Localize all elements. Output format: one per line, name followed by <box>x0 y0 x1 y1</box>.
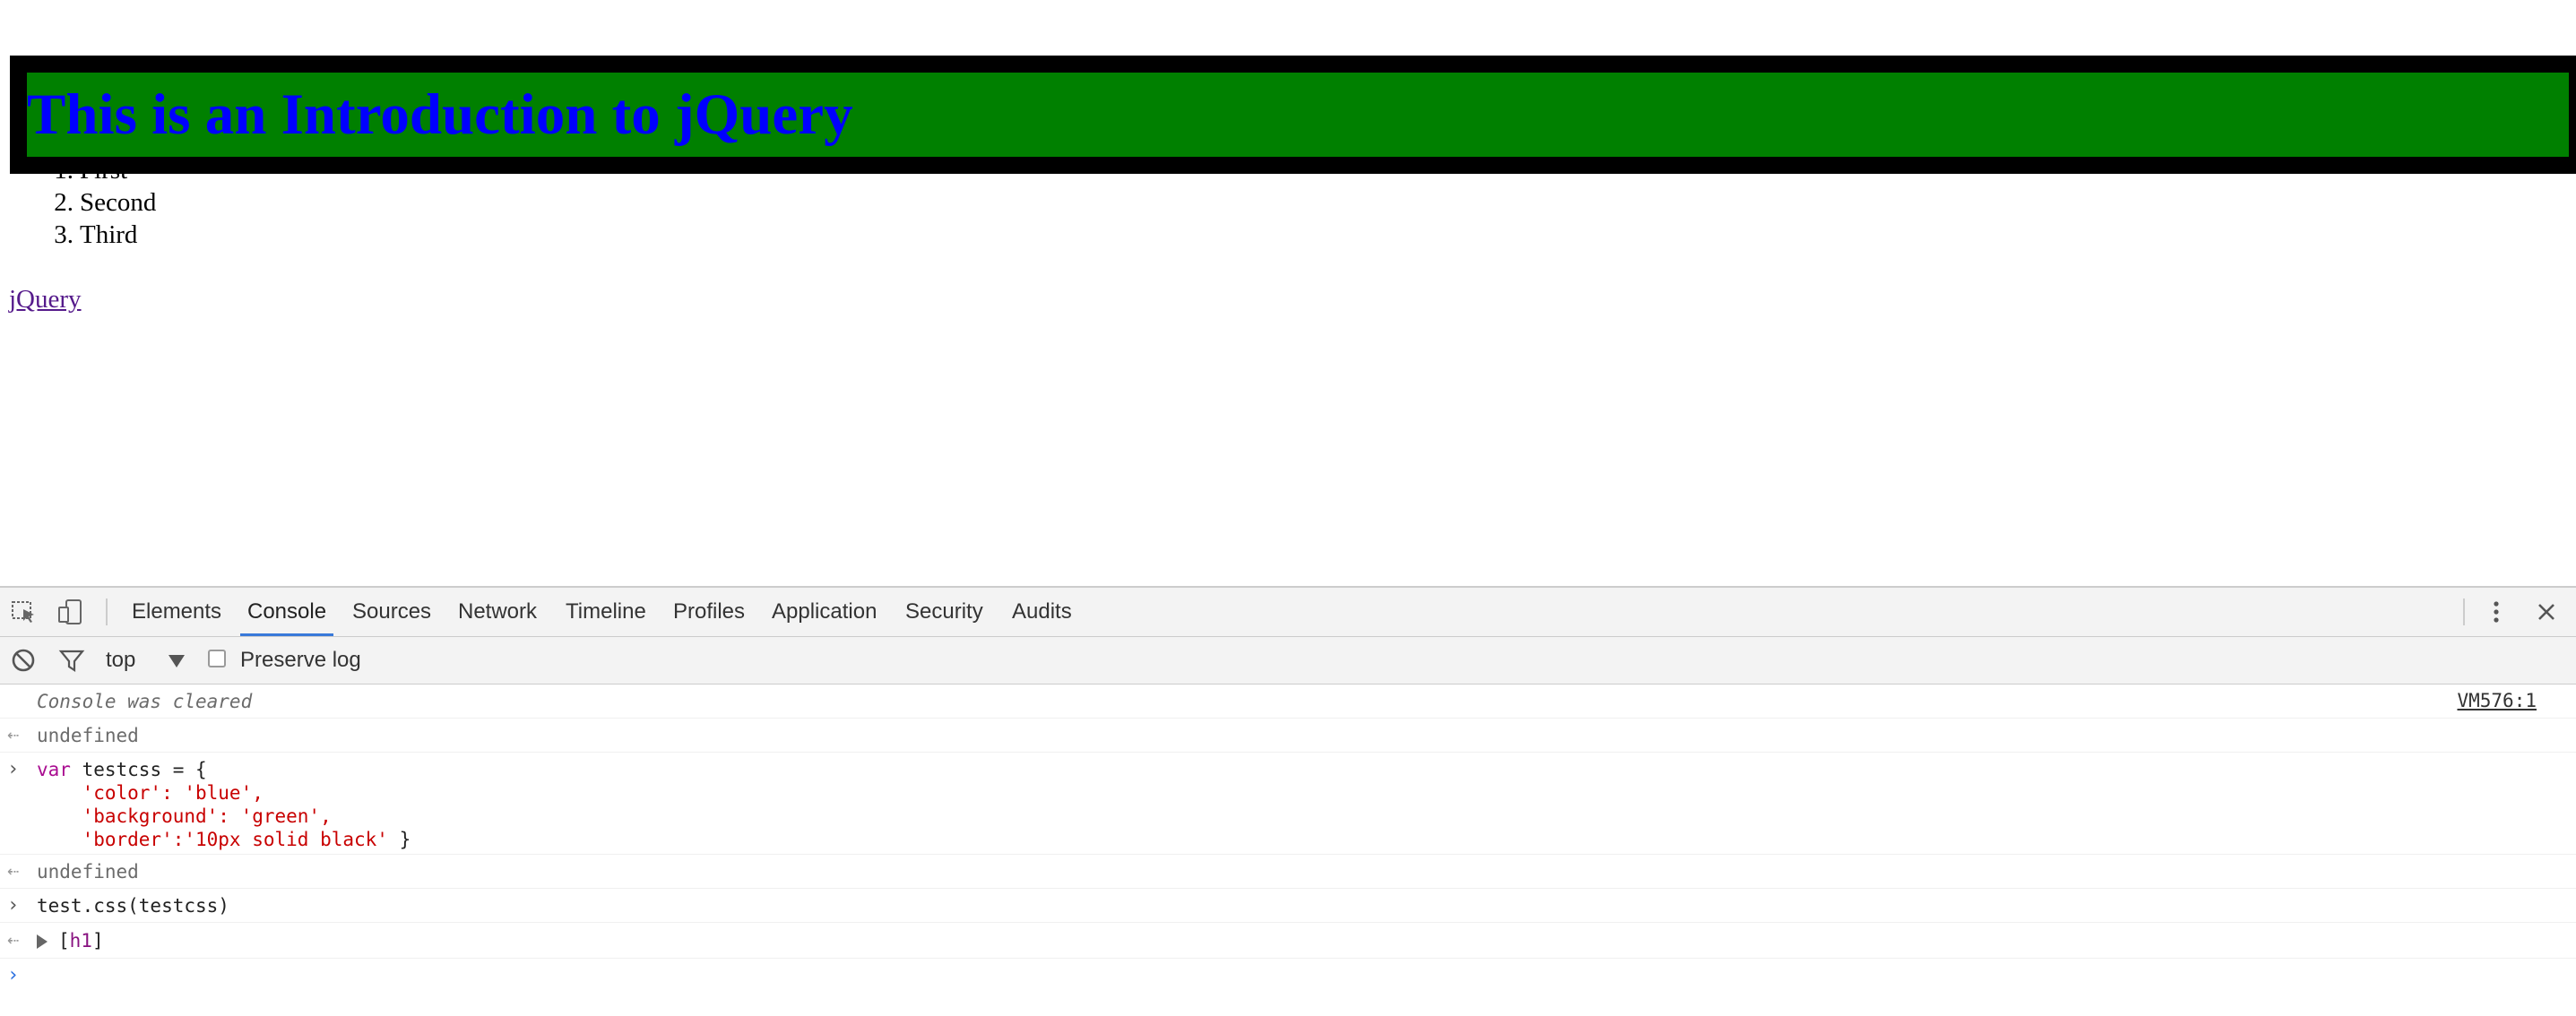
prompt-chevron-icon: › <box>7 758 20 780</box>
result-bracket: ] <box>91 930 104 951</box>
web-page: This is an Introduction to jQuery 1. Fir… <box>0 0 2576 586</box>
devtools-tabbar: Elements Console Sources Network Timelin… <box>0 588 2576 637</box>
expandable-result[interactable]: [h1] <box>37 929 104 952</box>
list-item-number: 3. <box>54 220 73 249</box>
clear-console-icon[interactable] <box>9 646 38 675</box>
tab-audits[interactable]: Audits <box>1012 588 1072 636</box>
preserve-log-checkbox[interactable] <box>208 650 226 667</box>
page-heading-text: This is an Introduction to jQuery <box>27 82 853 147</box>
prompt-chevron-icon: › <box>7 894 20 917</box>
console-message: Console was cleared VM576:1 <box>0 685 2576 719</box>
prompt-chevron-icon: › <box>7 964 20 986</box>
console-input: › test.css(testcss) <box>0 889 2576 923</box>
toolbar-divider <box>2463 598 2465 625</box>
list-item-text: Third <box>80 220 138 249</box>
tab-sources[interactable]: Sources <box>352 588 431 636</box>
console-output: Console was cleared VM576:1 ⇠ undefined … <box>0 685 2576 1016</box>
dropdown-arrow-icon[interactable] <box>169 655 185 667</box>
tab-security[interactable]: Security <box>905 588 983 636</box>
code-text: test.css(testcss) <box>37 895 229 917</box>
result-bracket: [ <box>58 930 70 951</box>
result-arrow-icon: ⇠ <box>7 929 20 951</box>
tab-console[interactable]: Console <box>239 588 334 636</box>
preserve-log-label[interactable]: Preserve log <box>240 637 361 684</box>
tab-application[interactable]: Application <box>772 588 877 636</box>
more-options-icon[interactable] <box>2481 597 2511 627</box>
device-mode-icon[interactable] <box>56 597 86 627</box>
code-text: testcss = { <box>70 759 207 780</box>
toolbar-divider <box>106 598 108 625</box>
tab-profiles[interactable]: Profiles <box>673 588 745 636</box>
filter-icon[interactable] <box>57 646 86 675</box>
code-string: 'background': 'green', <box>37 805 332 827</box>
result-arrow-icon: ⇠ <box>7 860 20 883</box>
list-item-number: 1. <box>54 156 73 185</box>
list-item-text: First <box>80 156 128 185</box>
tab-elements[interactable]: Elements <box>132 588 221 636</box>
code-block: var testcss = { 'color': 'blue', 'backgr… <box>37 758 411 851</box>
console-prompt-row[interactable]: › <box>0 959 2576 994</box>
console-cleared-text: Console was cleared <box>37 691 253 712</box>
result-value: undefined <box>37 725 139 746</box>
tab-network[interactable]: Network <box>458 588 537 636</box>
context-selector[interactable]: top <box>106 637 135 684</box>
result-tag: h1 <box>69 930 92 951</box>
code-text: } <box>387 829 411 850</box>
tab-timeline[interactable]: Timeline <box>566 588 646 636</box>
result-arrow-icon: ⇠ <box>7 724 20 746</box>
inspect-element-icon[interactable] <box>9 597 39 627</box>
list-item-text: Second <box>80 188 157 217</box>
jquery-link[interactable]: jQuery <box>9 283 82 315</box>
close-icon[interactable] <box>2531 597 2562 627</box>
code-string: 'color': 'blue', <box>37 782 264 804</box>
code-string: 'border':'10px solid black' <box>37 829 388 850</box>
code-keyword: var <box>37 759 71 780</box>
list-item-number: 2. <box>54 188 73 217</box>
console-toolbar: top Preserve log <box>0 637 2576 685</box>
page-heading: This is an Introduction to jQuery <box>10 55 2576 174</box>
console-input: › var testcss = { 'color': 'blue', 'back… <box>0 753 2576 855</box>
expand-triangle-icon[interactable] <box>37 934 48 949</box>
devtools-panel: Elements Console Sources Network Timelin… <box>0 586 2576 1016</box>
console-result: ⇠ undefined <box>0 855 2576 889</box>
console-result: ⇠ undefined <box>0 719 2576 753</box>
console-result: ⇠ [h1] <box>0 923 2576 959</box>
result-value: undefined <box>37 861 139 883</box>
source-link[interactable]: VM576:1 <box>2457 690 2537 711</box>
